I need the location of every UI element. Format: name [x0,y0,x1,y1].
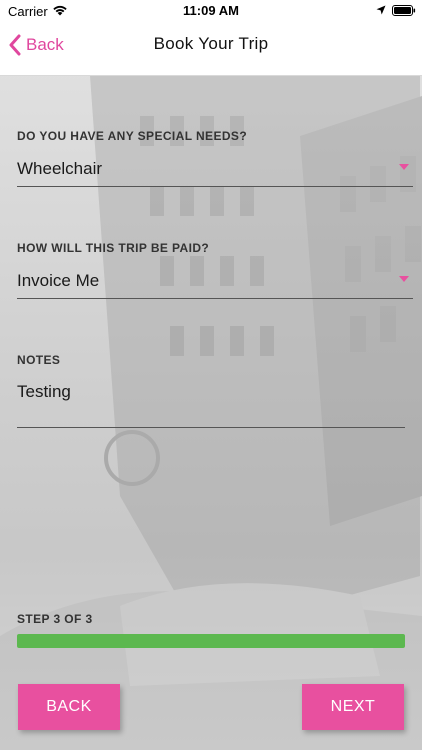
special-needs-value: Wheelchair [17,159,103,178]
notes-label: NOTES [17,353,61,367]
page-title: Book Your Trip [153,34,269,53]
step-indicator-label: STEP 3 OF 3 [17,612,93,626]
navigation-bar: Back Book Your Trip [0,22,422,76]
payment-method-value: Invoice Me [17,271,100,290]
back-button[interactable]: BACK [18,684,120,730]
location-arrow-icon [376,5,386,15]
status-time: 11:09 AM [183,3,239,18]
notes-value: Testing [17,382,71,401]
special-needs-label: DO YOU HAVE ANY SPECIAL NEEDS? [17,129,248,143]
special-needs-select[interactable]: Wheelchair [17,151,413,187]
caret-down-icon [399,276,409,282]
next-button[interactable]: NEXT [302,684,404,730]
notes-textarea[interactable]: Testing [17,376,405,428]
payment-method-select[interactable]: Invoice Me [17,263,413,299]
battery-icon [392,5,416,16]
progress-bar [17,634,405,648]
caret-down-icon [399,164,409,170]
payment-method-label: HOW WILL THIS TRIP BE PAID? [17,241,210,255]
progress-bar-fill [17,634,405,648]
status-bar: Carrier 11:09 AM [0,0,422,22]
